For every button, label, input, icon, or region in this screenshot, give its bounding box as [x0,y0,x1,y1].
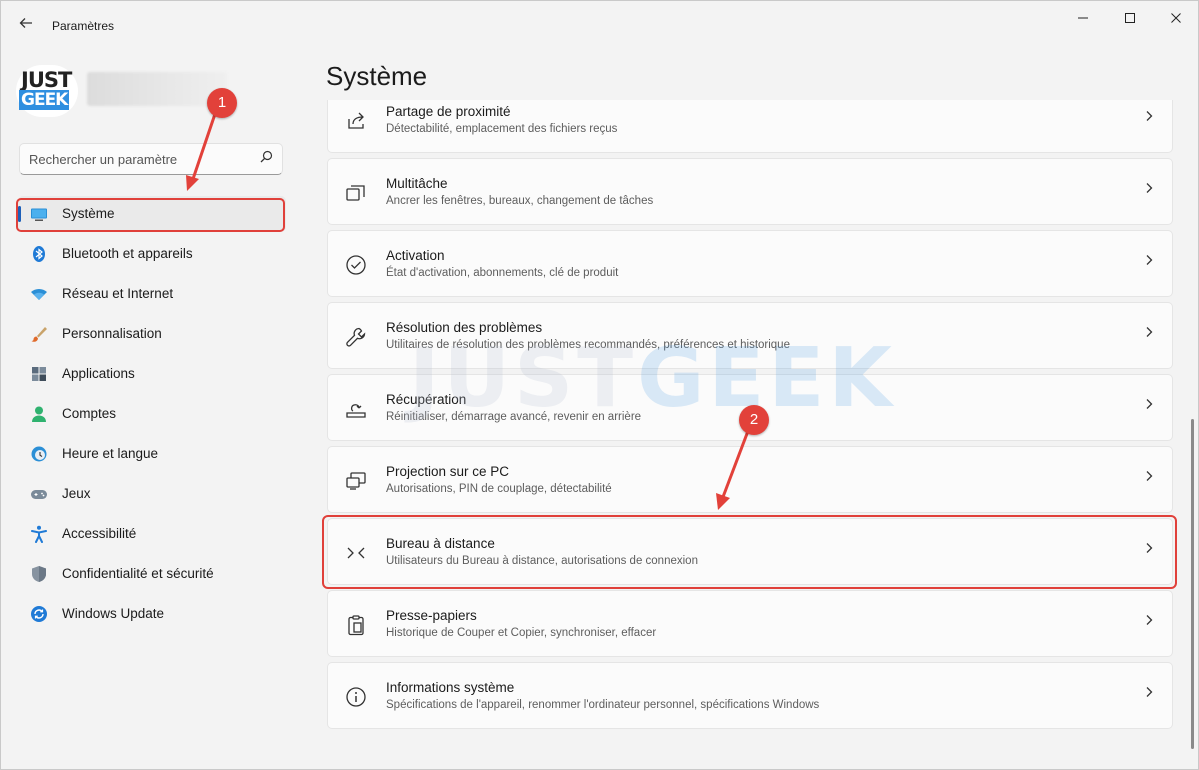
settings-window: Paramètres JUST GEEK Système [0,0,1199,770]
arrow-1 [186,113,217,191]
arrow-2 [716,430,750,510]
annotation-arrows [186,113,750,510]
annotation-badge-2: 2 [739,405,769,435]
annotation-badge-1: 1 [207,88,237,118]
